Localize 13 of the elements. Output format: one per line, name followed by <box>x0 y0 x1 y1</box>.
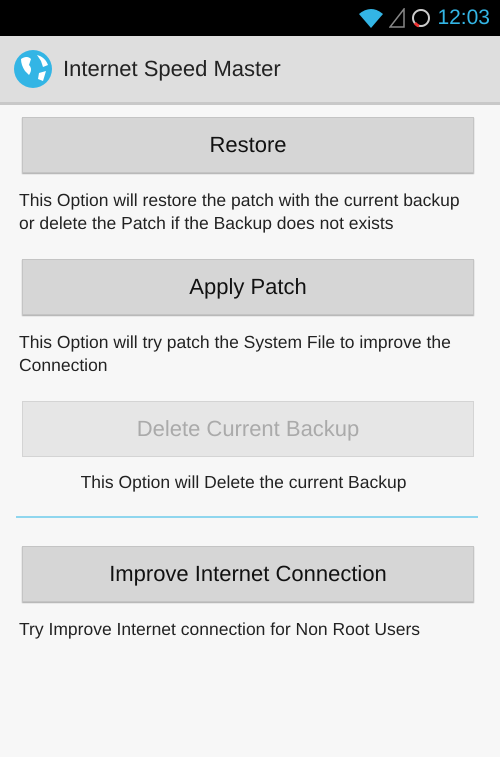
globe-icon <box>13 49 53 89</box>
option-description: This Option will restore the patch with the current backup or delete the Patch if the Backup does not exists <box>19 189 461 235</box>
app-title: Internet Speed Master <box>63 56 281 82</box>
option-button[interactable]: Restore <box>22 117 474 173</box>
clock-time: 12:03 <box>437 6 490 30</box>
wifi-icon <box>359 8 384 28</box>
option-description: This Option will Delete the current Backup <box>80 471 408 494</box>
signal-icon <box>389 8 406 28</box>
battery-icon <box>411 8 432 28</box>
option-button[interactable]: Apply Patch <box>22 259 474 315</box>
option-button[interactable]: Improve Internet Connection <box>22 546 474 602</box>
option-description: This Option will try patch the System File to improve the Connection <box>19 331 452 377</box>
option-description: Try Improve Internet connection for Non Root Users <box>19 618 422 641</box>
